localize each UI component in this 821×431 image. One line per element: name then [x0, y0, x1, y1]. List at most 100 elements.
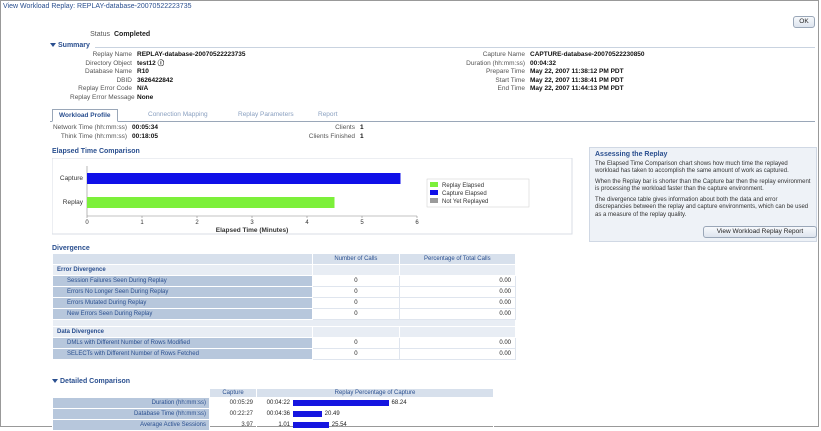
divergence-table: Number of Calls Percentage of Total Calls…	[51, 253, 517, 360]
replay-bar-group: 00:04:22 68.24	[260, 400, 490, 406]
bar-capture-elapsed	[87, 173, 401, 184]
x-axis-label: Elapsed Time (Minutes)	[216, 227, 288, 234]
help-paragraph-1: The Elapsed Time Comparison chart shows …	[595, 160, 789, 175]
field-value: 3626422842	[137, 76, 174, 84]
status-row: Status Completed	[70, 31, 150, 38]
col-replay-percentage: Replay Percentage of Capture	[256, 388, 494, 398]
divergence-percentage: 0.00	[398, 275, 517, 287]
collapse-triangle-icon	[50, 43, 56, 48]
detailed-header-row: Capture Replay Percentage of Capture	[52, 388, 494, 398]
divergence-percentage: 0.00	[398, 308, 517, 320]
tab-report[interactable]: Report	[312, 109, 344, 120]
summary-field: Database Name R10	[70, 68, 246, 77]
profile-times: Network Time (hh:mm:ss) 00:05:34 Think Ti…	[52, 124, 158, 141]
tab-workload-profile[interactable]: Workload Profile	[52, 109, 118, 122]
replay-percentage-bar	[293, 422, 329, 428]
summary-field: Capture Name CAPTURE-database-20070522230…	[455, 51, 645, 60]
divergence-row: DMLs with Different Number of Rows Modif…	[51, 337, 517, 349]
summary-left-fields: Replay Name REPLAY-database-2007052222373…	[70, 51, 246, 102]
category-label: Replay	[63, 199, 84, 206]
legend-swatch	[430, 182, 438, 187]
field-value: N/A	[137, 85, 149, 92]
field-label: Prepare Time	[485, 68, 525, 75]
replay-percentage-bar	[293, 400, 389, 406]
think-time-label: Think Time (hh:mm:ss)	[60, 132, 127, 140]
field-value: CAPTURE-database-20070522230850	[530, 51, 645, 58]
detailed-row: Database Time (hh:mm:ss) 00:22:27 00:04:36…	[52, 408, 494, 420]
divergence-calls: 0	[312, 337, 400, 349]
tab-bar: Workload Profile Connection Mapping Replay…	[50, 109, 815, 122]
legend-label: Not Yet Replayed	[442, 199, 488, 205]
field-label: End Time	[497, 85, 525, 92]
divergence-calls: 0	[312, 308, 400, 320]
summary-field: End Time May 22, 2007 11:44:13 PM PDT	[455, 85, 645, 94]
divergence-row-label: DMLs with Different Number of Rows Modif…	[51, 337, 314, 349]
network-time-value: 00:05:34	[132, 124, 159, 131]
ok-button[interactable]: OK	[793, 16, 815, 28]
help-title: Assessing the Replay	[595, 151, 668, 158]
legend-label: Capture Elapsed	[442, 191, 487, 197]
divergence-row-label: Errors No Longer Seen During Replay	[51, 286, 314, 298]
field-value: May 22, 2007 11:44:13 PM PDT	[530, 85, 624, 92]
divergence-group-blank	[312, 264, 400, 276]
summary-title: Summary	[58, 42, 90, 49]
tab-replay-parameters[interactable]: Replay Parameters	[232, 109, 300, 120]
profile-clients: Clients 1 Clients Finished 1	[300, 124, 364, 141]
bar-replay-elapsed	[87, 197, 335, 208]
divergence-group-row: Error Divergence	[51, 264, 517, 276]
field-value: REPLAY-database-20070522223735	[137, 51, 246, 58]
replay-percentage-bar	[293, 411, 322, 417]
detailed-comparison-toggle[interactable]: Detailed Comparison	[52, 378, 130, 385]
detailed-replay-value: 00:04:36	[266, 411, 290, 417]
summary-field: Prepare Time May 22, 2007 11:38:12 PM PDT	[455, 68, 645, 77]
category-label: Capture	[60, 175, 84, 182]
elapsed-comparison-title: Elapsed Time Comparison	[52, 148, 140, 155]
divergence-group-blank	[398, 264, 517, 276]
field-value: 00:04:32	[530, 59, 557, 67]
detailed-capture-value: 00:05:29	[209, 397, 257, 409]
clients-value: 1	[360, 124, 364, 131]
summary-field: Start Time May 22, 2007 11:38:41 PM PDT	[455, 77, 645, 86]
field-value: test12 ⓘ	[137, 59, 165, 67]
summary-field: Duration (hh:mm:ss) 00:04:32	[455, 60, 645, 69]
divergence-percentage: 0.00	[398, 286, 517, 298]
tab-connection-mapping[interactable]: Connection Mapping	[142, 109, 214, 120]
summary-field: Replay Name REPLAY-database-2007052222373…	[70, 51, 246, 60]
detailed-comparison-title: Detailed Comparison	[60, 378, 131, 385]
summary-toggle[interactable]: Summary	[50, 42, 90, 49]
divergence-row: Errors No Longer Seen During Replay 0 0.00	[51, 286, 517, 298]
divergence-group-blank	[312, 326, 400, 338]
field-value: May 22, 2007 11:38:41 PM PDT	[530, 76, 624, 84]
replay-percentage-label: 20.49	[324, 411, 340, 417]
field-label: Directory Object	[85, 59, 132, 67]
divergence-group-blank	[398, 326, 517, 338]
spacer-cell	[52, 319, 516, 327]
divergence-row-label: New Errors Seen During Replay	[51, 308, 314, 320]
col-percentage-total-calls: Percentage of Total Calls	[398, 253, 517, 265]
divergence-header-row: Number of Calls Percentage of Total Calls	[51, 253, 517, 265]
divergence-calls: 0	[312, 275, 400, 287]
collapse-triangle-icon	[52, 379, 58, 384]
divergence-group-row: Data Divergence	[51, 326, 517, 338]
summary-field: Replay Error Code N/A	[70, 85, 246, 94]
detailed-row: Duration (hh:mm:ss) 00:05:29 00:04:22 68.24	[52, 397, 494, 409]
detailed-replay-value: 1.01	[278, 422, 290, 428]
field-label: Start Time	[495, 76, 525, 84]
divergence-row: Session Failures Seen During Replay 0 0.00	[51, 275, 517, 287]
replay-percentage-label: 25.54	[331, 422, 347, 428]
status-value: Completed	[114, 31, 151, 38]
legend-label: Replay Elapsed	[442, 183, 484, 189]
detailed-capture-value: 00:22:27	[209, 408, 257, 420]
divergence-calls: 0	[312, 348, 400, 360]
divergence-title: Divergence	[52, 245, 90, 252]
clients-finished-label: Clients Finished	[308, 132, 355, 140]
detailed-replay-cell: 00:04:22 68.24	[256, 397, 494, 409]
divergence-calls: 0	[312, 297, 400, 309]
field-label: Replay Error Code	[78, 85, 132, 92]
view-replay-report-button[interactable]: View Workload Replay Report	[703, 226, 817, 238]
elapsed-time-chart: CaptureReplay0 1 2 3 4 5 6Elapsed Time (Minute…	[52, 158, 573, 235]
summary-field: DBID 3626422842	[70, 77, 246, 86]
divergence-percentage: 0.00	[398, 337, 517, 349]
divergence-percentage: 0.00	[398, 297, 517, 309]
divergence-row-label: Errors Mutated During Replay	[51, 297, 314, 309]
